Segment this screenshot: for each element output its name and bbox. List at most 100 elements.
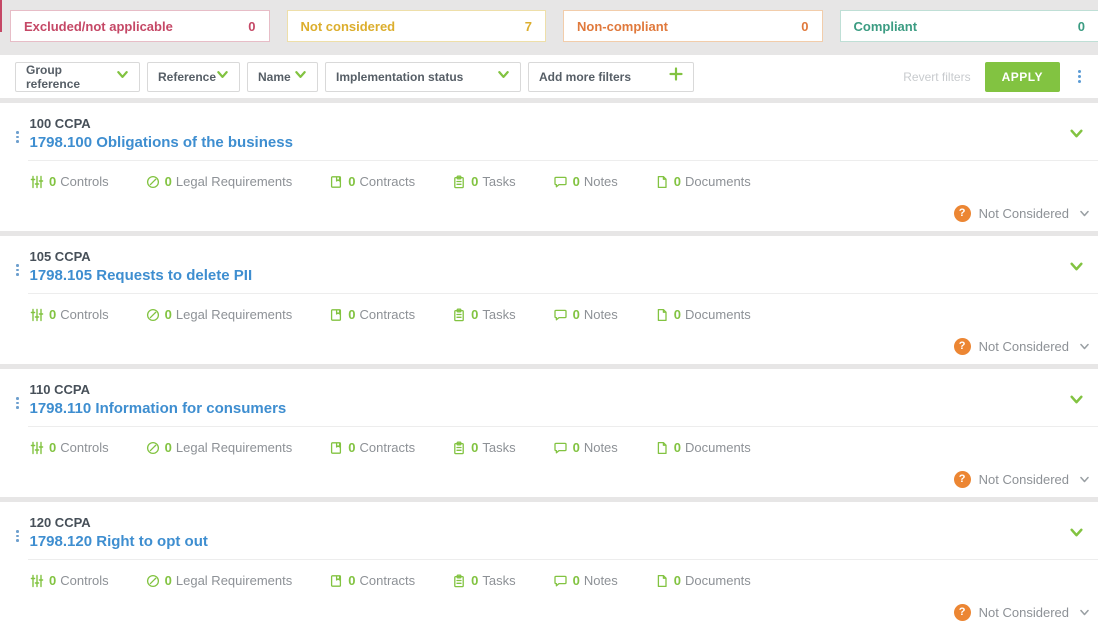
card-excluded[interactable]: Excluded/not applicable 0 <box>10 10 270 42</box>
item-kebab-icon[interactable] <box>16 264 19 276</box>
expand-chevron-icon[interactable] <box>1069 259 1084 279</box>
notes-stat[interactable]: 0 Notes <box>553 573 618 588</box>
status-chevron-down-icon[interactable] <box>1079 607 1090 618</box>
notes-stat[interactable]: 0 Notes <box>553 440 618 455</box>
documents-stat[interactable]: 0 Documents <box>655 174 751 189</box>
notes-label: Notes <box>583 573 618 588</box>
tasks-count: 0 <box>471 573 479 588</box>
requirement-card: 120 CCPA 1798.120 Right to opt out 0 Con… <box>0 502 1098 630</box>
tasks-stat[interactable]: 0 Tasks <box>452 573 516 588</box>
status-chevron-down-icon[interactable] <box>1079 208 1090 219</box>
status-badge-label: Not Considered <box>978 205 1069 221</box>
contracts-count: 0 <box>348 573 356 588</box>
question-mark-icon[interactable]: ? <box>953 603 971 621</box>
notes-speech-bubble-icon <box>553 574 568 588</box>
status-badge-label: Not Considered <box>978 471 1069 487</box>
tasks-label: Tasks <box>482 174 516 189</box>
documents-count: 0 <box>673 440 682 455</box>
legal-requirements-count: 0 <box>164 573 172 588</box>
question-mark-icon[interactable]: ? <box>953 337 971 355</box>
item-kebab-icon[interactable] <box>16 131 19 143</box>
notes-stat[interactable]: 0 Notes <box>553 307 618 322</box>
requirement-group-reference: 100 CCPA <box>29 115 91 131</box>
card-non-compliant[interactable]: Non-compliant 0 <box>563 10 823 42</box>
requirement-header: 110 CCPA 1798.110 Information for consum… <box>0 369 1098 426</box>
legal-requirements-stat[interactable]: 0 Legal Requirements <box>146 440 293 455</box>
tasks-count: 0 <box>471 174 479 189</box>
filter-reference[interactable]: Reference <box>147 61 240 92</box>
contracts-stat[interactable]: 0 Contracts <box>329 307 415 322</box>
expand-chevron-icon[interactable] <box>1069 126 1084 146</box>
add-more-filters-button[interactable]: Add more filters <box>528 61 694 92</box>
contracts-count: 0 <box>348 174 356 189</box>
legal-requirements-stat[interactable]: 0 Legal Requirements <box>146 573 293 588</box>
controls-sliders-icon <box>30 574 44 588</box>
stats-row: 0 Controls 0 Legal Requirements 0 Contra… <box>0 161 1098 201</box>
tasks-stat[interactable]: 0 Tasks <box>452 440 516 455</box>
controls-sliders-icon <box>30 175 44 189</box>
legal-requirements-stat[interactable]: 0 Legal Requirements <box>146 307 292 322</box>
requirement-header: 105 CCPA 1798.105 Requests to delete PII <box>0 236 1098 293</box>
controls-label: Controls <box>60 440 109 455</box>
tasks-clipboard-icon <box>452 574 466 588</box>
notes-count: 0 <box>572 440 580 455</box>
filter-implementation-status[interactable]: Implementation status <box>325 61 521 92</box>
notes-count: 0 <box>572 573 580 588</box>
contracts-stat[interactable]: 0 Contracts <box>329 440 415 455</box>
controls-stat[interactable]: 0 Controls <box>30 573 109 588</box>
more-options-kebab-icon[interactable] <box>1075 67 1084 86</box>
documents-count: 0 <box>673 573 682 588</box>
apply-button[interactable]: APPLY <box>984 61 1060 92</box>
notes-count: 0 <box>572 307 580 322</box>
plus-icon <box>669 67 683 86</box>
requirement-title-link[interactable]: 1798.120 Right to opt out <box>30 531 1070 552</box>
tasks-clipboard-icon <box>452 441 466 455</box>
notes-count: 0 <box>572 174 580 189</box>
legal-requirements-stat[interactable]: 0 Legal Requirements <box>146 174 292 189</box>
contracts-label: Contracts <box>359 307 416 322</box>
card-compliant[interactable]: Compliant 0 <box>839 10 1098 42</box>
requirement-card: 100 CCPA 1798.100 Obligations of the bus… <box>0 103 1098 231</box>
tasks-stat[interactable]: 0 Tasks <box>452 307 516 322</box>
revert-filters-button[interactable]: Revert filters <box>903 70 970 84</box>
documents-file-icon <box>655 574 669 588</box>
requirement-title-link[interactable]: 1798.110 Information for consumers <box>30 398 1070 419</box>
status-chevron-down-icon[interactable] <box>1079 341 1090 352</box>
contracts-stat[interactable]: 0 Contracts <box>329 174 415 189</box>
item-kebab-icon[interactable] <box>16 397 19 409</box>
filter-group-reference[interactable]: Group reference <box>15 61 140 92</box>
requirement-title-link[interactable]: 1798.105 Requests to delete PII <box>30 265 1070 286</box>
controls-stat[interactable]: 0 Controls <box>30 174 109 189</box>
controls-stat[interactable]: 0 Controls <box>30 440 109 455</box>
documents-label: Documents <box>685 440 751 455</box>
expand-chevron-icon[interactable] <box>1069 392 1084 412</box>
card-compliant-count: 0 <box>1077 18 1085 34</box>
documents-stat[interactable]: 0 Documents <box>655 440 751 455</box>
filter-group-reference-label: Group reference <box>26 62 81 91</box>
item-kebab-icon[interactable] <box>16 530 19 542</box>
notes-speech-bubble-icon <box>553 175 568 189</box>
contracts-stat[interactable]: 0 Contracts <box>329 573 415 588</box>
question-mark-icon[interactable]: ? <box>953 470 971 488</box>
filter-name[interactable]: Name <box>247 61 318 92</box>
filter-name-label: Name <box>258 69 291 84</box>
status-chevron-down-icon[interactable] <box>1079 474 1090 485</box>
requirement-card: 110 CCPA 1798.110 Information for consum… <box>0 369 1098 497</box>
controls-count: 0 <box>49 440 57 455</box>
status-badge-row: ? Not Considered <box>0 600 1098 630</box>
documents-stat[interactable]: 0 Documents <box>655 573 751 588</box>
status-badge-row: ? Not Considered <box>0 201 1098 231</box>
card-not-considered[interactable]: Not considered 7 <box>286 10 546 42</box>
legal-requirements-label: Legal Requirements <box>175 440 293 455</box>
question-mark-icon[interactable]: ? <box>953 204 971 222</box>
controls-stat[interactable]: 0 Controls <box>30 307 109 322</box>
expand-chevron-icon[interactable] <box>1069 525 1084 545</box>
card-excluded-count: 0 <box>248 18 256 34</box>
requirement-title-link[interactable]: 1798.100 Obligations of the business <box>30 132 1070 153</box>
tasks-stat[interactable]: 0 Tasks <box>452 174 516 189</box>
documents-file-icon <box>655 441 669 455</box>
documents-stat[interactable]: 0 Documents <box>655 307 751 322</box>
legal-requirements-label: Legal Requirements <box>175 573 293 588</box>
notes-stat[interactable]: 0 Notes <box>553 174 618 189</box>
requirement-heading: 105 CCPA 1798.105 Requests to delete PII <box>30 249 1070 286</box>
